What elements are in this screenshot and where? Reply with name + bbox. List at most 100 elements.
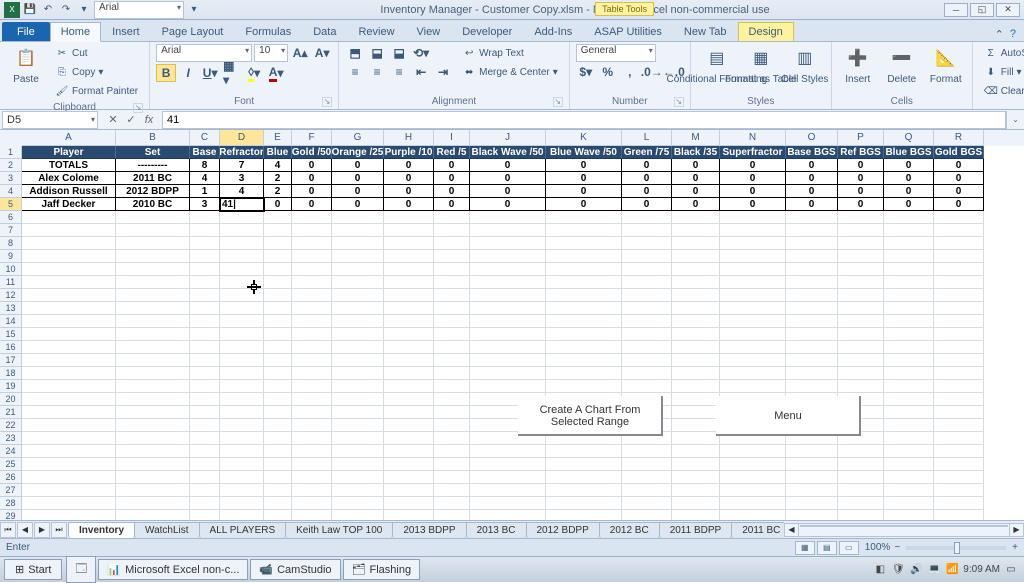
cell[interactable] [116, 458, 190, 471]
cell[interactable] [190, 497, 220, 510]
cell[interactable] [934, 211, 984, 224]
cell[interactable]: Gold /50 [292, 146, 332, 159]
sheet-tab[interactable]: 2013 BC [466, 522, 527, 538]
cell[interactable] [22, 250, 116, 263]
cell[interactable] [720, 484, 786, 497]
cell[interactable] [720, 328, 786, 341]
cell[interactable] [672, 393, 720, 406]
column-header[interactable]: E [264, 130, 292, 146]
cell[interactable] [884, 432, 934, 445]
cell[interactable] [470, 276, 546, 289]
cell[interactable] [786, 315, 838, 328]
cell[interactable] [672, 406, 720, 419]
cell[interactable] [672, 445, 720, 458]
row-header[interactable]: 16 [0, 341, 22, 354]
cell[interactable] [720, 445, 786, 458]
qat-customize-icon[interactable]: ▾ [76, 2, 92, 18]
cell[interactable] [264, 250, 292, 263]
cell[interactable] [786, 367, 838, 380]
first-sheet-button[interactable]: ⏮ [0, 522, 16, 538]
cell[interactable] [190, 471, 220, 484]
cell[interactable] [786, 289, 838, 302]
cell[interactable] [786, 276, 838, 289]
cell[interactable]: 2 [264, 185, 292, 198]
cell[interactable] [384, 406, 434, 419]
cell[interactable] [332, 380, 384, 393]
cell[interactable] [672, 302, 720, 315]
font-name-combo[interactable]: Arial [156, 44, 252, 62]
sheet-tab[interactable]: 2013 BDPP [392, 522, 466, 538]
cell[interactable] [434, 354, 470, 367]
cell[interactable] [116, 263, 190, 276]
align-bottom-button[interactable]: ⬓ [389, 44, 409, 62]
cell[interactable] [546, 302, 622, 315]
cell[interactable] [264, 224, 292, 237]
zoom-in-button[interactable]: + [1012, 542, 1018, 553]
align-middle-button[interactable]: ⬓ [367, 44, 387, 62]
cell[interactable] [546, 276, 622, 289]
cell[interactable] [384, 341, 434, 354]
page-layout-view-button[interactable]: ▤ [817, 541, 837, 555]
cell[interactable] [622, 354, 672, 367]
row-header[interactable]: 6 [0, 211, 22, 224]
cell[interactable] [672, 328, 720, 341]
cell[interactable]: Refractor [220, 146, 264, 159]
cell[interactable] [672, 263, 720, 276]
cell[interactable] [786, 341, 838, 354]
column-header[interactable]: R [934, 130, 984, 146]
cell[interactable] [292, 406, 332, 419]
cell[interactable] [622, 497, 672, 510]
cell[interactable]: 0 [884, 185, 934, 198]
cell[interactable] [384, 263, 434, 276]
row-header[interactable]: 15 [0, 328, 22, 341]
cell[interactable] [116, 445, 190, 458]
cell[interactable] [434, 224, 470, 237]
row-header[interactable]: 27 [0, 484, 22, 497]
cell[interactable] [332, 445, 384, 458]
column-header[interactable]: P [838, 130, 884, 146]
cell[interactable] [934, 484, 984, 497]
cell[interactable]: 0 [384, 185, 434, 198]
cell[interactable]: 0 [434, 185, 470, 198]
row-header[interactable]: 21 [0, 406, 22, 419]
column-header[interactable]: B [116, 130, 190, 146]
cell[interactable] [292, 458, 332, 471]
restore-button[interactable]: ◱ [970, 3, 994, 17]
cell[interactable] [264, 471, 292, 484]
cell[interactable] [116, 432, 190, 445]
cell[interactable]: 0 [470, 172, 546, 185]
align-center-button[interactable]: ≡ [367, 63, 387, 81]
cell[interactable] [332, 237, 384, 250]
cell[interactable]: 0 [546, 159, 622, 172]
bold-button[interactable]: B [156, 64, 176, 82]
cell[interactable] [22, 497, 116, 510]
cell[interactable]: 0 [838, 159, 884, 172]
row-header[interactable]: 13 [0, 302, 22, 315]
ribbon-tab-page-layout[interactable]: Page Layout [151, 22, 235, 41]
row-header[interactable]: 10 [0, 263, 22, 276]
cell[interactable] [116, 328, 190, 341]
ribbon-tab-design[interactable]: Design [738, 22, 794, 41]
cell[interactable] [292, 497, 332, 510]
comma-button[interactable]: , [620, 63, 640, 81]
cell[interactable] [116, 315, 190, 328]
cell[interactable] [332, 224, 384, 237]
page-break-view-button[interactable]: ▭ [839, 541, 859, 555]
cell[interactable]: Green /75 [622, 146, 672, 159]
cell[interactable] [720, 380, 786, 393]
cell[interactable] [838, 250, 884, 263]
cell[interactable] [434, 315, 470, 328]
cell[interactable] [220, 445, 264, 458]
cell[interactable]: 3 [190, 198, 220, 211]
cell[interactable]: 0 [786, 198, 838, 211]
cell[interactable] [838, 484, 884, 497]
cell[interactable]: 0 [934, 198, 984, 211]
cell[interactable] [838, 328, 884, 341]
cell[interactable] [470, 445, 546, 458]
cell[interactable] [220, 471, 264, 484]
create-chart-button[interactable]: Create A Chart From Selected Range [518, 396, 663, 436]
cell[interactable] [116, 484, 190, 497]
cell[interactable] [116, 497, 190, 510]
cell[interactable] [384, 471, 434, 484]
cell[interactable] [190, 458, 220, 471]
